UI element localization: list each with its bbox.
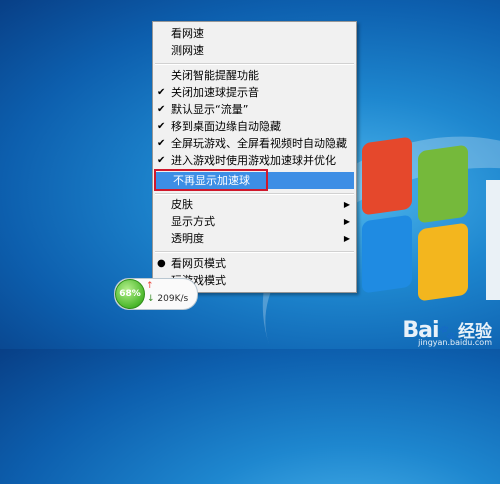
menu-item-test-speed[interactable]: 测网速: [153, 42, 356, 59]
menu-item-display-mode[interactable]: 显示方式 ▶: [153, 213, 356, 230]
check-icon: ✔: [157, 155, 166, 166]
menu-separator: [155, 251, 354, 253]
highlight-annotation-box: [154, 169, 268, 191]
menu-item-disable-smart-reminder[interactable]: 关闭智能提醒功能: [153, 67, 356, 84]
baidu-jingyan-watermark: Bai🐾 经验 jingyan.baidu.com: [402, 317, 492, 347]
accelerator-ball-widget[interactable]: 68% ↑ ↓ 209K/s: [114, 278, 198, 310]
menu-item-label: 看网速: [171, 27, 204, 40]
submenu-arrow-icon: ▶: [343, 217, 350, 226]
menu-item-label: 默认显示“流量”: [171, 103, 249, 116]
menu-item-auto-hide-edge[interactable]: ✔ 移到桌面边缘自动隐藏: [153, 118, 356, 135]
accelerator-ball-context-menu: 看网速 测网速 关闭智能提醒功能 ✔ 关闭加速球提示音 ✔ 默认显示“流量” ✔…: [152, 21, 357, 293]
menu-item-auto-hide-fullscreen[interactable]: ✔ 全屏玩游戏、全屏看视频时自动隐藏: [153, 135, 356, 152]
watermark-url: jingyan.baidu.com: [418, 338, 492, 347]
download-speed: ↓ 209K/s: [147, 294, 188, 304]
download-speed-value: 209K/s: [157, 294, 189, 304]
menu-item-label: 显示方式: [171, 215, 215, 228]
menu-item-mute-ball-sound[interactable]: ✔ 关闭加速球提示音: [153, 84, 356, 101]
submenu-arrow-icon: ▶: [343, 234, 350, 243]
menu-item-game-ball-optimize[interactable]: ✔ 进入游戏时使用游戏加速球并优化: [153, 152, 356, 169]
download-arrow-icon: ↓: [147, 294, 155, 304]
menu-item-skin[interactable]: 皮肤 ▶: [153, 196, 356, 213]
menu-item-transparency[interactable]: 透明度 ▶: [153, 230, 356, 247]
menu-separator: [155, 63, 354, 65]
menu-separator: [155, 193, 354, 195]
menu-item-label: 皮肤: [171, 198, 193, 211]
menu-item-label: 看网页模式: [171, 257, 226, 270]
menu-item-label: 移到桌面边缘自动隐藏: [171, 120, 281, 133]
check-icon: ✔: [157, 138, 166, 149]
upload-arrow-icon: ↑: [146, 281, 154, 291]
menu-item-web-mode[interactable]: ● 看网页模式: [153, 255, 356, 272]
windows-logo: [362, 136, 472, 302]
menu-item-label: 透明度: [171, 232, 204, 245]
memory-percent-ball[interactable]: 68%: [115, 279, 145, 309]
submenu-arrow-icon: ▶: [343, 200, 350, 209]
menu-item-label: 全屏玩游戏、全屏看视频时自动隐藏: [171, 137, 347, 150]
radio-dot-icon: ●: [157, 258, 166, 269]
menu-item-label: 进入游戏时使用游戏加速球并优化: [171, 154, 336, 167]
desktop-window-edge: [486, 180, 500, 300]
menu-item-view-speed[interactable]: 看网速: [153, 25, 356, 42]
upload-speed: ↑: [146, 281, 154, 291]
check-icon: ✔: [157, 121, 166, 132]
menu-item-label: 关闭智能提醒功能: [171, 69, 259, 82]
menu-item-label: 关闭加速球提示音: [171, 86, 259, 99]
menu-item-label: 测网速: [171, 44, 204, 57]
check-icon: ✔: [157, 87, 166, 98]
check-icon: ✔: [157, 104, 166, 115]
menu-item-show-traffic-default[interactable]: ✔ 默认显示“流量”: [153, 101, 356, 118]
